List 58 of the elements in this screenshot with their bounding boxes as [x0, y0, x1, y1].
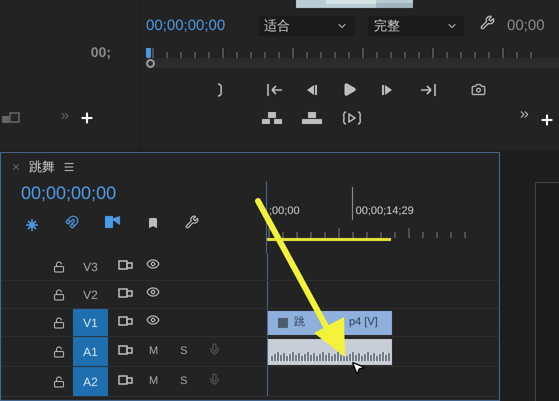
camera-icon[interactable] [471, 82, 486, 97]
sync-lock-icon[interactable] [118, 258, 134, 270]
mark-out-icon[interactable] [216, 83, 224, 97]
duration-timecode: 00;00 [507, 16, 545, 36]
solo-toggle[interactable]: S [180, 343, 188, 360]
mute-toggle[interactable]: M [149, 343, 158, 360]
lift-icon[interactable] [262, 111, 282, 125]
sync-lock-icon[interactable] [118, 314, 134, 326]
unlock-icon[interactable] [53, 346, 65, 358]
cursor-icon [350, 360, 366, 376]
zoom-dropdown[interactable]: 适合 [258, 16, 354, 36]
clip-label: p4 [V] [349, 315, 378, 330]
playhead-icon[interactable] [146, 48, 151, 58]
audio-clip[interactable] [268, 338, 392, 364]
settings-icon[interactable] [185, 215, 199, 229]
track-target-toggle[interactable]: V2 [73, 281, 108, 308]
add-button-icon[interactable] [539, 112, 555, 128]
clip-label: 跳 [294, 315, 305, 330]
track-target-toggle[interactable]: A2 [73, 367, 108, 396]
scroll-handle-icon[interactable] [146, 58, 155, 68]
unlock-icon[interactable] [53, 376, 65, 388]
ruler-time-label: ;00;00 [269, 204, 300, 219]
play-in-to-out-icon[interactable] [342, 111, 362, 125]
close-icon[interactable] [11, 162, 21, 172]
clip-thumbnail-icon [278, 318, 288, 328]
add-button-icon[interactable] [79, 110, 95, 126]
play-icon[interactable] [342, 82, 357, 97]
extract-icon[interactable] [302, 111, 322, 125]
magnet-icon[interactable] [65, 215, 79, 229]
track-target-toggle[interactable]: A1 [73, 337, 108, 366]
zoom-scrollbar[interactable] [146, 58, 559, 68]
settings-icon[interactable] [480, 15, 495, 30]
marker-icon[interactable] [147, 217, 159, 229]
mute-toggle[interactable]: M [149, 373, 158, 390]
linked-selection-icon[interactable] [105, 215, 121, 229]
menu-icon[interactable] [63, 161, 75, 173]
sync-lock-icon[interactable] [118, 286, 134, 298]
quality-dropdown[interactable]: 完整 [368, 16, 464, 36]
unlock-icon[interactable] [53, 260, 65, 272]
solo-toggle[interactable]: S [180, 373, 188, 390]
ruler-time-label: 00;00;14;29 [352, 187, 414, 220]
eye-icon[interactable] [146, 256, 160, 270]
track-target-toggle[interactable]: V1 [73, 309, 108, 336]
sync-lock-icon[interactable] [118, 344, 134, 356]
unlock-icon[interactable] [53, 288, 65, 300]
go-to-in-icon[interactable] [266, 83, 284, 97]
more-icon[interactable] [518, 108, 531, 121]
eye-icon[interactable] [146, 284, 160, 298]
track-target-toggle[interactable]: V3 [73, 253, 108, 280]
sync-lock-icon[interactable] [118, 374, 134, 386]
work-area-bar[interactable] [267, 238, 391, 240]
source-timecode: 00; [90, 43, 111, 62]
program-timecode[interactable]: 00;00;00;00 [146, 14, 258, 38]
sequence-tab[interactable]: 跳舞 [29, 157, 55, 177]
go-to-out-icon[interactable] [419, 83, 437, 97]
timeline-timecode[interactable]: 00;00;00;00 [21, 181, 266, 205]
eye-icon[interactable] [146, 312, 160, 326]
unlock-icon[interactable] [53, 316, 65, 328]
